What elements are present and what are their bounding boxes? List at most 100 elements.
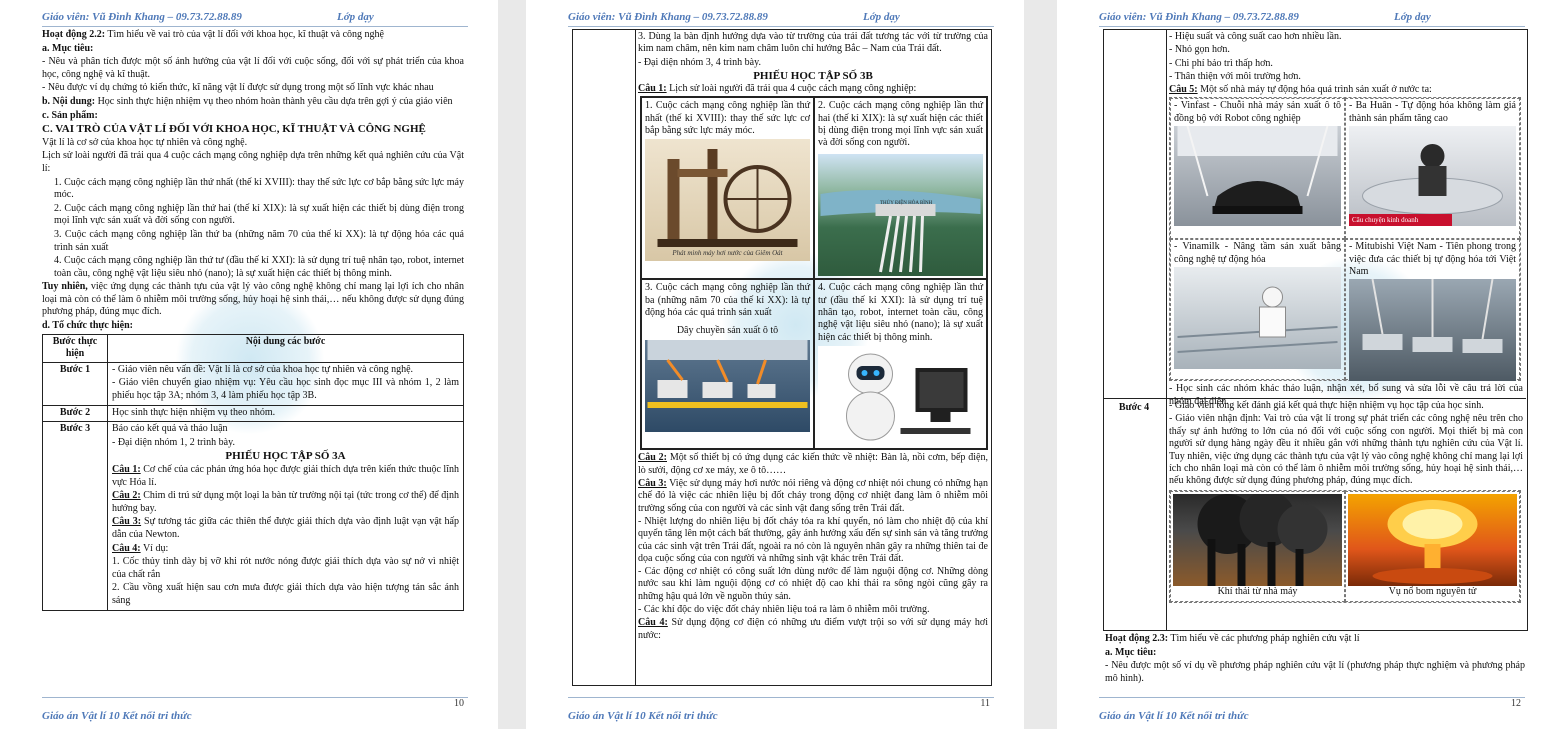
c5-label: Câu 5:	[1169, 84, 1198, 96]
revolution-4: 4. Cuộc cách mạng công nghiệp lần thứ tư…	[54, 255, 464, 279]
ba-huan-illustration	[1362, 144, 1503, 215]
step-1-b: - Giáo viên chuyển giao nhiệm vụ: Yêu cầ…	[112, 377, 459, 402]
step-2: Bước 2	[42, 404, 108, 423]
step-4-content: - Giáo viên tổng kết đánh giá kết quả th…	[1169, 400, 1523, 604]
q2-label: Câu 2:	[112, 490, 141, 502]
q4-example-2: 2. Cầu vồng xuất hiện sau cơn mưa được g…	[112, 582, 459, 606]
page-footer: Giáo án Vật lí 10 Kết nối tri thức 11	[568, 697, 994, 724]
step-column	[572, 29, 636, 686]
steam-engine-image: Phát minh máy hơi nước của Giêm Oát	[645, 139, 810, 262]
header-class: Lớp dạy	[863, 11, 900, 23]
revolution-cell-2: 2. Cuộc cách mạng công nghiệp lần thứ ha…	[814, 97, 987, 280]
robot-illustration	[846, 353, 971, 441]
footer-title: Giáo án Vật lí 10 Kết nối tri thức	[1099, 710, 1249, 722]
sheet-3a-title: PHIẾU HỌC TẬP SỐ 3A	[225, 450, 346, 463]
benefit-1: - Hiệu suất và công suất cao hơn nhiều l…	[1169, 31, 1342, 42]
c3-point-3: - Các khí độc do việc đốt cháy nhiên liệ…	[638, 604, 930, 616]
factory-3-text: - Vinamilk - Nâng tầm sản xuất bằng công…	[1174, 241, 1341, 265]
assembly-line-caption: Dây chuyền sản xuất ô tô	[676, 325, 779, 337]
c3-point-2: - Các động cơ nhiệt có công suất lớn dùn…	[638, 566, 988, 602]
step-3-content: 3. Dùng la bàn định hướng dựa vào từ trư…	[638, 31, 988, 643]
representative-3-4: - Đại diện nhóm 3, 4 trình bày.	[638, 56, 761, 68]
product-label: c. Sản phẩm:	[42, 109, 98, 121]
page-footer: Giáo án Vật lí 10 Kết nối tri thức 10	[42, 697, 468, 724]
step-4: Bước 4	[1118, 402, 1150, 413]
answer-3: 3. Dùng la bàn định hướng dựa vào từ trư…	[638, 31, 988, 55]
th-content: Nội dung các bước	[107, 333, 464, 363]
atomic-bomb-image	[1348, 493, 1517, 586]
news-tag: Câu chuyện kinh doanh	[1349, 214, 1453, 227]
page-body: Hoạt động 2.2: Tìm hiểu về vai trò của v…	[42, 29, 464, 611]
c2-text: Một số thiết bị có ứng dụng các kiến thứ…	[638, 452, 988, 476]
goal-label: a. Mục tiêu:	[42, 42, 94, 54]
factory-cell-2: - Ba Huân - Tự động hóa không làm giá th…	[1345, 98, 1520, 240]
vinamilk-illustration	[1177, 286, 1338, 354]
benefit-2: - Nhỏ gọn hơn.	[1169, 44, 1230, 56]
mitsubishi-image	[1349, 279, 1516, 382]
c2-label: Câu 2:	[638, 452, 667, 464]
assembly-line-illustration	[647, 339, 808, 408]
header-teacher: Giáo viên: Vũ Đình Khang – 09.73.72.88.8…	[568, 11, 768, 23]
header-class: Lớp dạy	[337, 11, 374, 23]
however-label: Tuy nhiên,	[42, 281, 88, 293]
factory-smoke-image	[1173, 493, 1342, 586]
revolution-2-text: 2. Cuộc cách mạng công nghiệp lần thứ ha…	[818, 100, 983, 149]
pollution-cell-1: Khí thải từ nhà máy	[1170, 490, 1345, 603]
para-1: Vật lí là cơ sở của khoa học tự nhiên và…	[42, 136, 248, 148]
step-column	[1103, 29, 1167, 631]
steam-engine-illustration	[657, 149, 798, 248]
factory-smoke-illustration	[1197, 493, 1328, 586]
c1-label: Câu 1:	[638, 83, 667, 95]
hydro-dam-image: THỦY ĐIỆN HÒA BÌNH	[818, 153, 983, 276]
goal-text: - Nêu được một số ví dụ về phương pháp n…	[1105, 660, 1525, 684]
vinamilk-image	[1174, 267, 1341, 370]
step-2-a: Học sinh thực hiện nhiệm vụ theo nhóm.	[112, 406, 276, 418]
th-step: Bước thực hiện	[42, 333, 108, 363]
page-number: 10	[454, 698, 464, 709]
factories-grid: - Vinfast - Chuỗi nhà máy sản xuất ô tô …	[1169, 97, 1521, 382]
header-teacher: Giáo viên: Vũ Đình Khang – 09.73.72.88.8…	[42, 11, 242, 23]
steps-table: Bước thực hiện Nội dung các bước Bước 1 …	[42, 333, 464, 611]
table-row: Bước 2 Học sinh thực hiện nhiệm vụ theo …	[42, 404, 464, 423]
factory-2-text: - Ba Huân - Tự động hóa không làm giá th…	[1349, 100, 1516, 124]
step-4-b: - Giáo viên nhận định: Vai trò của vật l…	[1169, 413, 1523, 487]
step-3-a: Báo cáo kết quả và thảo luận	[112, 423, 228, 435]
activity-text: Tìm hiểu về vai trò của vật lí đối với k…	[105, 29, 384, 40]
dam-sign: THỦY ĐIỆN HÒA BÌNH	[880, 200, 933, 206]
step-3-content: - Hiệu suất và công suất cao hơn nhiều l…	[1169, 31, 1523, 409]
benefit-3: - Chi phí bảo trì thấp hơn.	[1169, 57, 1273, 69]
revolution-1: 1. Cuộc cách mạng công nghiệp lần thứ nh…	[54, 176, 464, 201]
steam-engine-caption: Phát minh máy hơi nước của Giêm Oát	[672, 249, 783, 258]
page-number: 12	[1511, 698, 1521, 709]
org-label: d. Tổ chức thực hiện:	[42, 320, 133, 332]
however-text: việc ứng dụng các thành tựu của vật lý v…	[42, 281, 464, 318]
c3-label: Câu 3:	[638, 478, 667, 490]
header-class: Lớp dạy	[1394, 11, 1431, 23]
pollution-grid: Khí thải từ nhà máy Vụ nổ bom nguyên tử	[1169, 489, 1521, 604]
page-10: Giáo viên: Vũ Đình Khang – 09.73.72.88.8…	[0, 0, 498, 729]
goal-2: - Nêu được ví dụ chứng tỏ kiến thức, kĩ …	[42, 82, 434, 94]
hydro-dam-illustration	[820, 189, 981, 272]
page-number: 11	[980, 698, 990, 709]
revolution-4-text: 4. Cuộc cách mạng công nghiệp lần thứ tư…	[818, 282, 983, 343]
factory-cell-1: - Vinfast - Chuỗi nhà máy sản xuất ô tô …	[1170, 98, 1345, 240]
page-header: Giáo viên: Vũ Đình Khang – 09.73.72.88.8…	[568, 10, 994, 27]
page-footer: Giáo án Vật lí 10 Kết nối tri thức 12	[1099, 697, 1525, 724]
activity-2-3: Hoạt động 2.3: Tìm hiểu về các phương ph…	[1105, 633, 1525, 686]
mitsubishi-illustration	[1362, 279, 1503, 354]
section-title: C. VAI TRÒ CỦA VẬT LÍ ĐỐI VỚI KHOA HỌC, …	[42, 123, 426, 136]
revolutions-grid: 1. Cuộc cách mạng công nghiệp lần thứ nh…	[640, 96, 988, 451]
content-label: b. Nội dung:	[42, 95, 96, 107]
c3-point-1: - Nhiệt lượng do nhiên liệu bị đốt cháy …	[638, 515, 988, 564]
c3-text: Việc sử dụng máy hơi nước nói riêng và đ…	[638, 478, 988, 514]
c1-text: Lịch sử loài người đã trải qua 4 cuộc cá…	[666, 83, 917, 95]
step-3-b: - Đại diện nhóm 1, 2 trình bày.	[112, 436, 235, 448]
atomic-bomb-illustration	[1372, 499, 1493, 584]
page-11: Giáo viên: Vũ Đình Khang – 09.73.72.88.8…	[526, 0, 1024, 729]
revolution-2: 2. Cuộc cách mạng công nghiệp lần thứ ha…	[54, 202, 464, 227]
page-header: Giáo viên: Vũ Đình Khang – 09.73.72.88.8…	[1099, 10, 1525, 27]
revolution-3-text: 3. Cuộc cách mạng công nghiệp lần thứ ba…	[645, 282, 810, 318]
factory-1-text: - Vinfast - Chuỗi nhà máy sản xuất ô tô …	[1174, 100, 1341, 124]
robot-image	[818, 345, 983, 446]
page-header: Giáo viên: Vũ Đình Khang – 09.73.72.88.8…	[42, 10, 468, 27]
